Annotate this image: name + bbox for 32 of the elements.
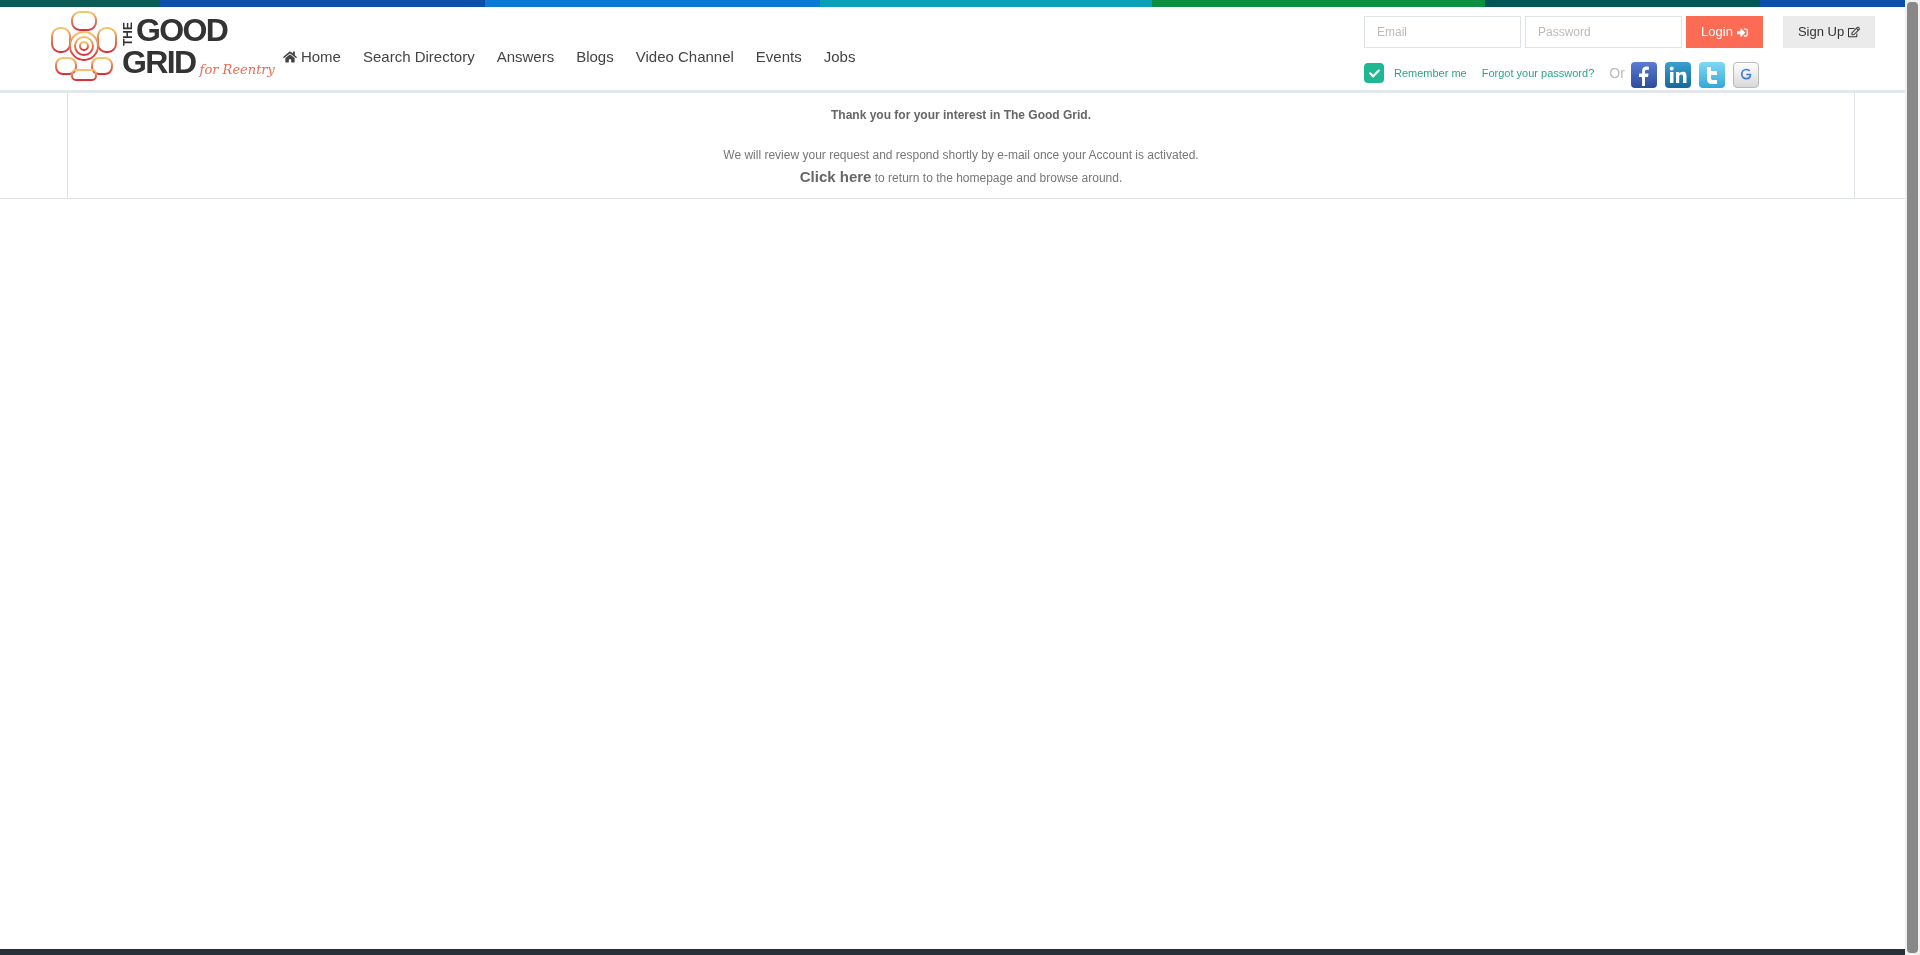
logo-text: THE xyxy=(122,22,134,46)
nav-link[interactable]: Search Directory xyxy=(362,46,475,69)
letter-g-icon[interactable] xyxy=(1732,62,1759,88)
click-here-link[interactable]: Click here xyxy=(799,168,872,185)
password-field[interactable]: Password xyxy=(1525,16,1682,48)
review-message: We will review your request and respond shortly by e-mail once your Account is activated. xyxy=(723,147,1199,164)
edit-icon xyxy=(1848,26,1861,38)
remember-label: Remember me xyxy=(1394,65,1467,81)
thank-you-heading: Thank you for your interest in The Good Grid. xyxy=(831,107,1091,124)
signup-button[interactable]: Sign Up xyxy=(1783,16,1875,48)
logo-text: GRID xyxy=(122,46,196,78)
bird-icon[interactable] xyxy=(1698,62,1725,88)
return-message: Click here to return to the homepage and browse around. xyxy=(799,167,1123,187)
facebook-icon[interactable] xyxy=(1630,62,1657,88)
nav-link[interactable]: Video Channel xyxy=(635,46,734,69)
flower-logo-icon xyxy=(50,10,118,82)
sign-in-icon xyxy=(1736,26,1748,38)
or-label: Or xyxy=(1609,63,1625,83)
nav-link[interactable]: Events xyxy=(755,46,802,69)
logo-text: GOOD xyxy=(136,14,228,46)
nav-link[interactable]: Jobs xyxy=(823,46,856,69)
home-icon xyxy=(282,50,297,65)
check-icon xyxy=(1368,67,1380,79)
remember-checkbox[interactable] xyxy=(1364,63,1384,83)
email-field[interactable]: Email xyxy=(1364,16,1521,48)
nav-link[interactable]: Blogs xyxy=(576,46,614,69)
logo[interactable]: THE GOOD GRIDfor Reentry xyxy=(50,10,275,82)
nav-link[interactable]: Answers xyxy=(496,46,555,69)
linkedin-icon[interactable] xyxy=(1664,62,1691,88)
scrollbar[interactable] xyxy=(1905,0,1920,955)
logo-tagline: for Reentry xyxy=(199,63,275,76)
nav-link[interactable]: Home xyxy=(282,46,341,69)
